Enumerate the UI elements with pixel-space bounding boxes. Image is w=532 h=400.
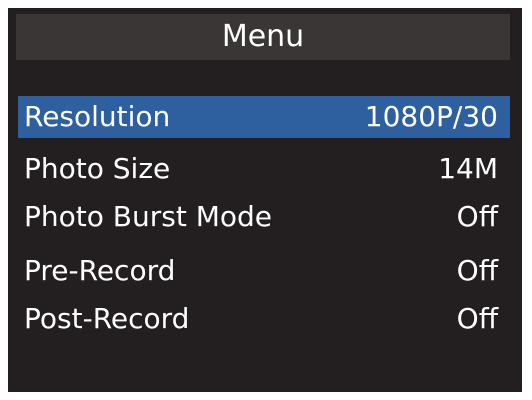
menu-item-value: Off xyxy=(456,302,498,335)
menu-item-pre-record[interactable]: Pre-Record Off xyxy=(18,250,510,292)
menu-item-value: Off xyxy=(456,200,498,233)
device-screen: Menu Resolution 1080P/30 Photo Size 14M … xyxy=(0,0,532,400)
menu-title: Menu xyxy=(16,14,510,60)
menu-item-value: Off xyxy=(456,254,498,287)
menu-item-photo-size[interactable]: Photo Size 14M xyxy=(18,148,510,190)
menu-item-label: Resolution xyxy=(24,100,171,133)
menu-item-value: 1080P/30 xyxy=(364,100,498,133)
menu-item-resolution[interactable]: Resolution 1080P/30 xyxy=(18,96,510,138)
menu-item-label: Pre-Record xyxy=(24,254,176,287)
menu-item-label: Photo Burst Mode xyxy=(24,200,272,233)
menu-item-post-record[interactable]: Post-Record Off xyxy=(18,298,510,340)
menu-item-label: Post-Record xyxy=(24,302,190,335)
menu-item-photo-burst-mode[interactable]: Photo Burst Mode Off xyxy=(18,196,510,238)
menu-item-value: 14M xyxy=(438,152,498,185)
menu-item-label: Photo Size xyxy=(24,152,171,185)
